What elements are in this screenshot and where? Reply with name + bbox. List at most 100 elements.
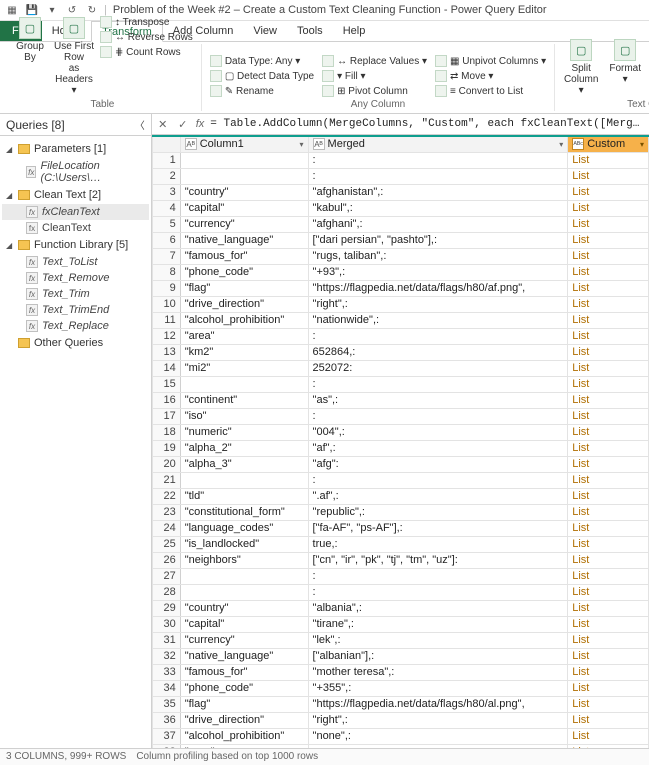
cell-custom[interactable]: List (568, 200, 649, 216)
filter-dropdown-icon[interactable]: ▾ (640, 140, 644, 149)
rownum-cell[interactable]: 26 (152, 552, 180, 568)
rownum-cell[interactable]: 2 (152, 168, 180, 184)
cell-column1[interactable] (180, 168, 308, 184)
cell-custom[interactable]: List (568, 248, 649, 264)
cell-custom[interactable]: List (568, 152, 649, 168)
table-row[interactable]: 29"country""albania",:List (152, 600, 648, 616)
rownum-cell[interactable]: 9 (152, 280, 180, 296)
cell-merged[interactable]: "nationwide",: (308, 312, 568, 328)
datatype-icon[interactable]: Aᴮ (185, 138, 197, 150)
rownum-cell[interactable]: 12 (152, 328, 180, 344)
table-row[interactable]: 35"flag""https://flagpedia.net/data/flag… (152, 696, 648, 712)
cell-custom[interactable]: List (568, 184, 649, 200)
formula-text[interactable]: = Table.AddColumn(MergeColumns, "Custom"… (210, 118, 645, 130)
cell-merged[interactable]: "004",: (308, 424, 568, 440)
ribbon-btn-use-first-row-as-headers-[interactable]: ▢Use First Rowas Headers ▾ (54, 15, 94, 98)
ribbon-btn-split-column-[interactable]: ▢SplitColumn ▾ (561, 37, 601, 98)
query-item-text_tolist[interactable]: fxText_ToList (2, 254, 149, 270)
table-row[interactable]: 5"currency""afghani",:List (152, 216, 648, 232)
cell-merged[interactable]: "lek",: (308, 632, 568, 648)
rownum-cell[interactable]: 22 (152, 488, 180, 504)
cell-custom[interactable]: List (568, 264, 649, 280)
rownum-cell[interactable]: 20 (152, 456, 180, 472)
table-row[interactable]: 34"phone_code""+355",:List (152, 680, 648, 696)
folder-other-queries[interactable]: Other Queries (2, 334, 149, 352)
table-row[interactable]: 11"alcohol_prohibition""nationwide",:Lis… (152, 312, 648, 328)
cell-column1[interactable]: "drive_direction" (180, 712, 308, 728)
table-row[interactable]: 18"numeric""004",:List (152, 424, 648, 440)
table-row[interactable]: 13"km2"652864,:List (152, 344, 648, 360)
rownum-cell[interactable]: 5 (152, 216, 180, 232)
cell-merged[interactable]: "https://flagpedia.net/data/flags/h80/al… (308, 696, 568, 712)
cell-column1[interactable]: "constitutional_form" (180, 504, 308, 520)
rownum-cell[interactable]: 32 (152, 648, 180, 664)
table-row[interactable]: 10"drive_direction""right",:List (152, 296, 648, 312)
cell-merged[interactable]: ["fa-AF", "ps-AF"],: (308, 520, 568, 536)
cell-column1[interactable] (180, 584, 308, 600)
cell-column1[interactable]: "is_landlocked" (180, 536, 308, 552)
rownum-cell[interactable]: 3 (152, 184, 180, 200)
cell-custom[interactable]: List (568, 472, 649, 488)
cell-merged[interactable]: "tirane",: (308, 616, 568, 632)
cell-custom[interactable]: List (568, 392, 649, 408)
ribbon-btn--count-rows[interactable]: ⋕ Count Rows (98, 45, 195, 59)
table-row[interactable]: 14"mi2"252072:List (152, 360, 648, 376)
query-item-text_remove[interactable]: fxText_Remove (2, 270, 149, 286)
table-row[interactable]: 19"alpha_2""af",:List (152, 440, 648, 456)
rownum-cell[interactable]: 25 (152, 536, 180, 552)
cell-column1[interactable]: "neighbors" (180, 552, 308, 568)
cell-column1[interactable]: "alcohol_prohibition" (180, 312, 308, 328)
cell-custom[interactable]: List (568, 376, 649, 392)
cell-column1[interactable]: "iso" (180, 408, 308, 424)
table-row[interactable]: 6"native_language"["dari persian", "pash… (152, 232, 648, 248)
cell-custom[interactable]: List (568, 504, 649, 520)
rownum-cell[interactable]: 29 (152, 600, 180, 616)
cell-column1[interactable]: "country" (180, 600, 308, 616)
column-header-merged[interactable]: AᴮMerged▾ (308, 136, 568, 152)
cell-column1[interactable]: "continent" (180, 392, 308, 408)
cell-custom[interactable]: List (568, 408, 649, 424)
cell-column1[interactable]: "phone_code" (180, 264, 308, 280)
cell-column1[interactable]: "alpha_3" (180, 456, 308, 472)
table-row[interactable]: 12"area":List (152, 328, 648, 344)
cell-column1[interactable]: "currency" (180, 632, 308, 648)
table-row[interactable]: 15:List (152, 376, 648, 392)
cell-merged[interactable]: ["cn", "ir", "pk", "tj", "tm", "uz"]: (308, 552, 568, 568)
cell-column1[interactable]: "famous_for" (180, 248, 308, 264)
datatype-icon[interactable]: ᴬᴮᶜ (572, 138, 584, 150)
cell-custom[interactable]: List (568, 648, 649, 664)
rownum-cell[interactable]: 15 (152, 376, 180, 392)
cell-column1[interactable]: "native_language" (180, 648, 308, 664)
cell-custom[interactable]: List (568, 280, 649, 296)
table-row[interactable]: 22"tld"".af",:List (152, 488, 648, 504)
cell-column1[interactable] (180, 472, 308, 488)
cell-custom[interactable]: List (568, 536, 649, 552)
cell-custom[interactable]: List (568, 488, 649, 504)
cell-custom[interactable]: List (568, 568, 649, 584)
rownum-cell[interactable]: 24 (152, 520, 180, 536)
table-row[interactable]: 37"alcohol_prohibition""none",:List (152, 728, 648, 744)
tab-help[interactable]: Help (333, 21, 376, 41)
ribbon-btn--reverse-rows[interactable]: ↔ Reverse Rows (98, 30, 195, 44)
table-row[interactable]: 2:List (152, 168, 648, 184)
cell-column1[interactable]: "km2" (180, 344, 308, 360)
cell-custom[interactable]: List (568, 680, 649, 696)
cell-merged[interactable]: : (308, 376, 568, 392)
column-header-custom[interactable]: ᴬᴮᶜCustom▾ (568, 136, 649, 152)
rownum-cell[interactable]: 23 (152, 504, 180, 520)
table-row[interactable]: 24"language_codes"["fa-AF", "ps-AF"],:Li… (152, 520, 648, 536)
cell-column1[interactable]: "mi2" (180, 360, 308, 376)
rownum-cell[interactable]: 36 (152, 712, 180, 728)
cell-merged[interactable]: : (308, 568, 568, 584)
cell-merged[interactable]: 252072: (308, 360, 568, 376)
table-row[interactable]: 26"neighbors"["cn", "ir", "pk", "tj", "t… (152, 552, 648, 568)
cell-custom[interactable]: List (568, 344, 649, 360)
cell-column1[interactable]: "currency" (180, 216, 308, 232)
ribbon-btn-format-[interactable]: ▢Format▾ (605, 37, 645, 87)
cell-custom[interactable]: List (568, 312, 649, 328)
cell-column1[interactable]: "phone_code" (180, 680, 308, 696)
cell-custom[interactable]: List (568, 632, 649, 648)
cell-column1[interactable]: "famous_for" (180, 664, 308, 680)
rownum-cell[interactable]: 37 (152, 728, 180, 744)
filter-dropdown-icon[interactable]: ▾ (559, 140, 563, 149)
